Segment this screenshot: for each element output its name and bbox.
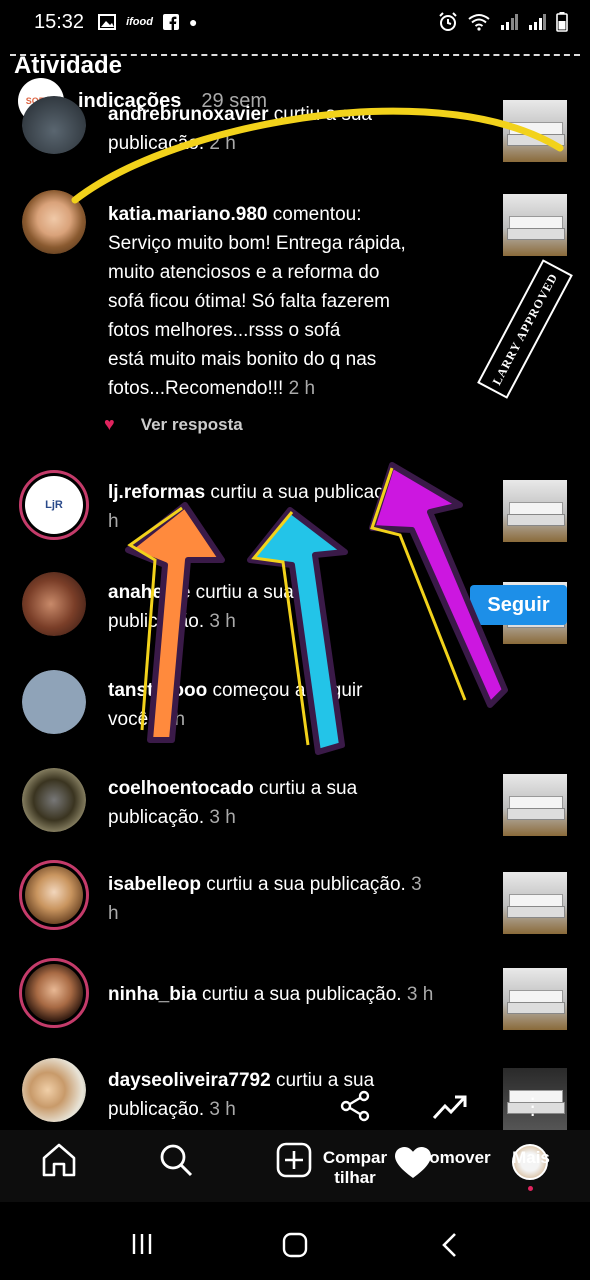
post-thumbnail[interactable]: [503, 194, 567, 256]
battery-icon: [556, 12, 568, 32]
more-label[interactable]: Mais: [508, 1148, 554, 1168]
ifood-icon: ifood: [126, 16, 153, 28]
follow-button[interactable]: Seguir: [470, 585, 567, 625]
dot-icon: ●: [188, 14, 198, 30]
wifi-icon: [468, 14, 490, 31]
more-icon[interactable]: · · ·: [529, 1087, 536, 1125]
post-action-bar: · · ·: [0, 1087, 590, 1130]
username[interactable]: katia.mariano.980: [108, 204, 267, 225]
activity-text: tanstroooo começou a seguir você. 3 h: [108, 680, 363, 730]
bottom-nav: Compar tilhar Promover Mais: [0, 1130, 590, 1202]
notification-dot: [528, 1186, 533, 1191]
avatar[interactable]: [22, 190, 86, 254]
avatar[interactable]: [22, 572, 86, 636]
activity-text: anaheide curtiu a sua publicação. 3 h: [108, 582, 294, 632]
recents-icon[interactable]: [130, 1232, 154, 1256]
post-thumbnail[interactable]: [503, 100, 567, 162]
username[interactable]: tanstroooo: [108, 680, 207, 701]
avatar[interactable]: LjR: [19, 470, 89, 540]
share-label[interactable]: Compar tilhar: [320, 1148, 390, 1188]
search-icon[interactable]: [158, 1142, 194, 1178]
username[interactable]: dayseoliveira7792: [108, 1070, 271, 1091]
activity-text: lj.reformas curtiu a sua publicação. 3 h: [108, 482, 426, 532]
home-icon[interactable]: [40, 1142, 78, 1178]
username[interactable]: anaheide: [108, 582, 190, 603]
home-button-icon[interactable]: [282, 1232, 308, 1258]
facebook-icon: [162, 14, 179, 30]
status-left-icons: ifood ●: [98, 14, 197, 30]
alarm-icon: [439, 12, 457, 31]
new-post-icon[interactable]: [276, 1142, 312, 1178]
avatar[interactable]: [22, 96, 86, 154]
page-title: Atividade: [14, 52, 123, 79]
avatar[interactable]: [19, 860, 89, 930]
signal-icon: [501, 14, 518, 30]
avatar[interactable]: [22, 670, 86, 734]
share-icon[interactable]: [340, 1090, 372, 1122]
avatar[interactable]: [22, 768, 86, 832]
back-icon[interactable]: [440, 1232, 458, 1258]
trending-icon[interactable]: [432, 1092, 468, 1122]
activity-text: andrebrunoxavier curtiu a sua publicação…: [108, 104, 372, 154]
username[interactable]: andrebrunoxavier: [108, 104, 269, 125]
system-nav: [0, 1202, 590, 1280]
post-thumbnail[interactable]: [503, 774, 567, 836]
signal-icon: [529, 14, 546, 30]
status-right-icons: [438, 12, 568, 32]
post-thumbnail[interactable]: [503, 872, 567, 934]
username[interactable]: isabelleop: [108, 874, 201, 895]
status-bar: 15:32 ifood ●: [0, 0, 590, 44]
username[interactable]: ninha_bia: [108, 984, 197, 1005]
activity-text: katia.mariano.980 comentou: Serviço muit…: [108, 204, 406, 399]
activity-text: ninha_bia curtiu a sua publicação. 3 h: [108, 984, 434, 1005]
username[interactable]: coelhoentocado: [108, 778, 254, 799]
post-thumbnail[interactable]: [503, 480, 567, 542]
username[interactable]: lj.reformas: [108, 482, 205, 503]
activity-text: coelhoentocado curtiu a sua publicação. …: [108, 778, 358, 828]
avatar[interactable]: [19, 958, 89, 1028]
view-reply-link[interactable]: Ver resposta: [141, 415, 243, 435]
heart-icon[interactable]: ♥: [104, 414, 115, 435]
reply-row: ♥ Ver resposta: [104, 414, 243, 435]
promote-label[interactable]: Promover: [408, 1148, 494, 1168]
activity-text: isabelleop curtiu a sua publicação. 3 h: [108, 874, 422, 924]
image-icon: [98, 14, 117, 30]
status-time: 15:32: [34, 10, 85, 33]
post-thumbnail[interactable]: [503, 968, 567, 1030]
